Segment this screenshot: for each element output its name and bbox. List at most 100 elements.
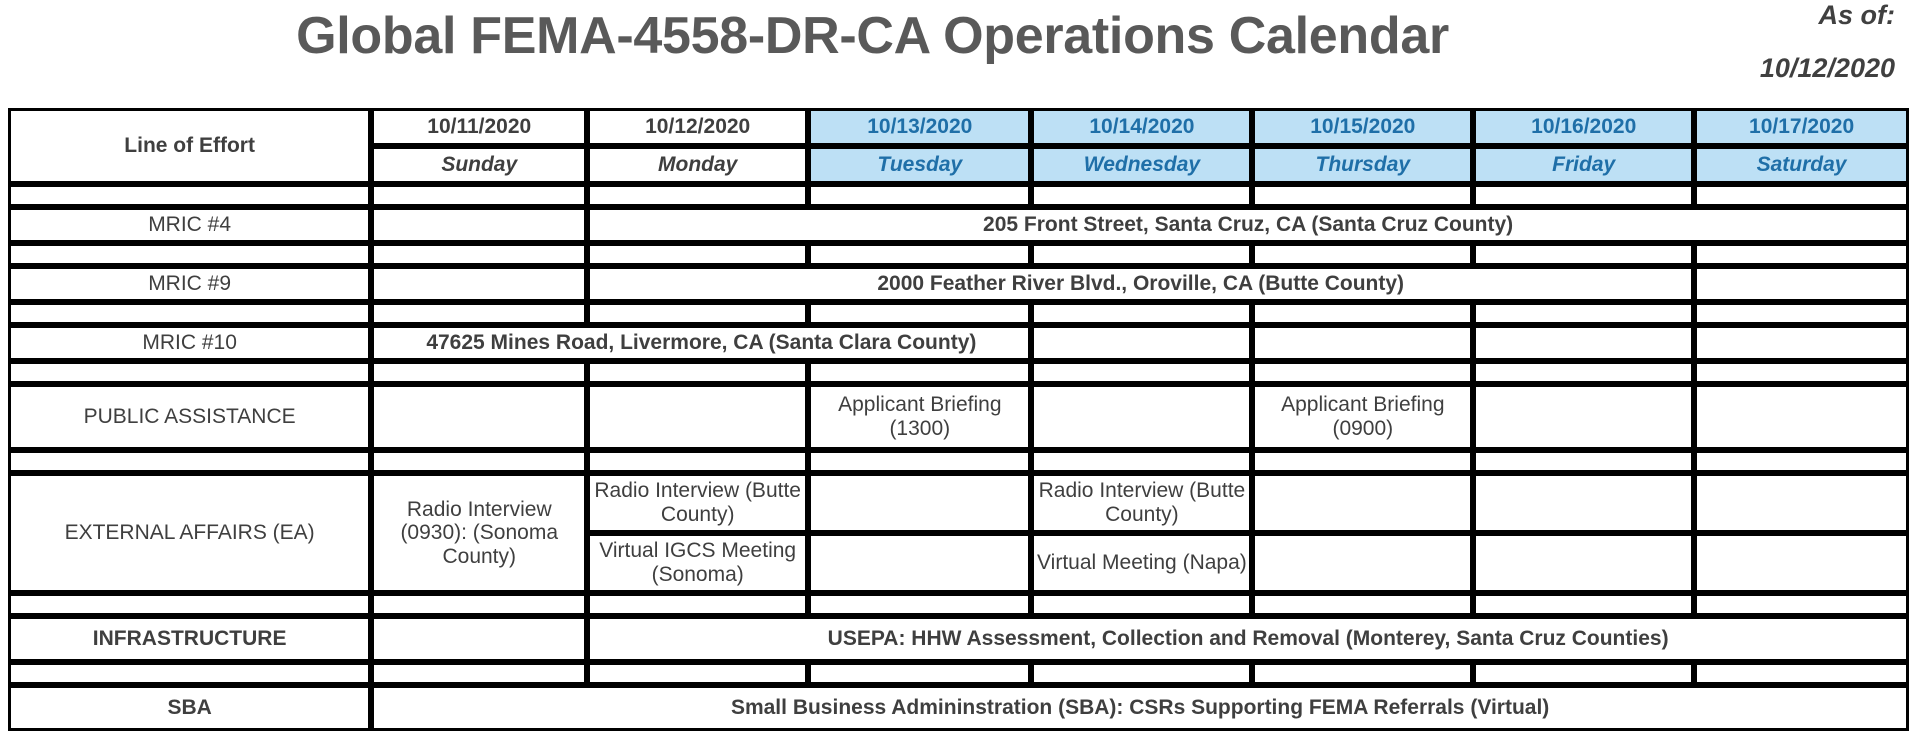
cell-mric10-wednesday [1031,325,1253,361]
corner-line-of-effort: Line of Effort [8,108,372,184]
cell-mric9-saturday [1694,266,1909,302]
spacer-cell [1031,302,1253,325]
event-mric9-address[interactable]: 2000 Feather River Blvd., Oroville, CA (… [587,266,1695,302]
cell-pa-monday [587,384,809,450]
row-label-mric-9: MRIC #9 [8,266,372,302]
spacer-cell [808,243,1032,266]
event-ea-radio-interview-wednesday[interactable]: Radio Interview (Butte County) [1031,473,1253,533]
table-row-mric-10: MRIC #10 47625 Mines Road, Livermore, CA… [8,325,1909,361]
spacer-cell [8,361,372,384]
spacer-cell [808,450,1032,473]
spacer-cell [1694,361,1909,384]
row-label-mric-10: MRIC #10 [8,325,372,361]
event-sba-csr-support[interactable]: Small Business Admininstration (SBA): CS… [371,685,1909,731]
spacer-cell [371,593,588,616]
spacer-cell [808,662,1032,685]
event-pa-applicant-briefing-thursday[interactable]: Applicant Briefing (0900) [1252,384,1474,450]
page-header: Global FEMA-4558-DR-CA Operations Calend… [0,0,1917,108]
spacer-cell [587,593,809,616]
spacer-cell [1031,593,1253,616]
spacer-cell [587,243,809,266]
spacer-cell [1473,450,1695,473]
spacer-cell [1473,662,1695,685]
spacer-cell [1252,302,1474,325]
cell-pa-saturday [1694,384,1909,450]
spacer-cell [1252,184,1474,207]
cell-mric10-friday [1473,325,1695,361]
cell-ea-tuesday-bottom [808,533,1032,593]
column-header-date-sunday: 10/11/2020 [371,108,588,146]
table-row-public-assistance: PUBLIC ASSISTANCE Applicant Briefing (13… [8,384,1909,450]
table-row-mric-9: MRIC #9 2000 Feather River Blvd., Orovil… [8,266,1909,302]
cell-ea-saturday-top [1694,473,1909,533]
spacer-cell [808,361,1032,384]
spacer-row-1 [8,184,1909,207]
spacer-cell [1694,450,1909,473]
row-label-mric-4: MRIC #4 [8,207,372,243]
column-header-day-sunday: Sunday [371,146,588,184]
spacer-cell [587,450,809,473]
cell-mric10-saturday [1694,325,1909,361]
spacer-cell [1694,593,1909,616]
table-row-external-affairs-top: EXTERNAL AFFAIRS (EA) Radio Interview (0… [8,473,1909,593]
cell-ea-friday-top [1473,473,1695,533]
spacer-cell [587,662,809,685]
spacer-cell [8,450,372,473]
column-header-day-friday: Friday [1473,146,1695,184]
cell-ea-saturday-bottom [1694,533,1909,593]
column-header-date-thursday: 10/15/2020 [1252,108,1474,146]
event-ea-virtual-igcs-meeting-monday[interactable]: Virtual IGCS Meeting (Sonoma) [587,533,809,593]
spacer-cell [371,450,588,473]
spacer-cell [8,302,372,325]
spacer-cell [8,662,372,685]
spacer-cell [808,593,1032,616]
spacer-cell [8,593,372,616]
calendar-table: Line of Effort 10/11/2020 10/12/2020 10/… [8,108,1909,731]
cell-mric4-sunday [371,207,588,243]
spacer-cell [808,302,1032,325]
spacer-cell [1473,302,1695,325]
spacer-cell [1031,184,1253,207]
column-header-date-wednesday: 10/14/2020 [1031,108,1253,146]
row-label-sba: SBA [8,685,372,731]
header-row-dates: Line of Effort 10/11/2020 10/12/2020 10/… [8,108,1909,184]
spacer-row-4 [8,361,1909,384]
spacer-cell [8,243,372,266]
event-ea-radio-interview-sunday[interactable]: Radio Interview (0930): (Sonoma County) [371,473,588,593]
spacer-row-5 [8,450,1909,473]
column-header-date-friday: 10/16/2020 [1473,108,1695,146]
event-ea-virtual-meeting-wednesday[interactable]: Virtual Meeting (Napa) [1031,533,1253,593]
column-header-date-saturday: 10/17/2020 [1694,108,1909,146]
operations-calendar-page: Global FEMA-4558-DR-CA Operations Calend… [0,0,1917,731]
cell-ea-tuesday-top [808,473,1032,533]
spacer-cell [1031,243,1253,266]
spacer-cell [1694,662,1909,685]
cell-infrastructure-sunday [371,616,588,662]
spacer-cell [8,184,372,207]
as-of-label: As of: [1818,0,1896,30]
spacer-row-6 [8,593,1909,616]
as-of-block: As of: 10/12/2020 [1595,2,1895,82]
table-row-sba: SBA Small Business Admininstration (SBA)… [8,685,1909,731]
column-header-day-monday: Monday [587,146,809,184]
event-infrastructure-usepa[interactable]: USEPA: HHW Assessment, Collection and Re… [587,616,1909,662]
spacer-cell [1473,593,1695,616]
spacer-cell [1694,243,1909,266]
spacer-cell [371,361,588,384]
spacer-cell [1473,184,1695,207]
spacer-cell [587,302,809,325]
spacer-cell [1473,361,1695,384]
event-mric10-address[interactable]: 47625 Mines Road, Livermore, CA (Santa C… [371,325,1032,361]
as-of-date: 10/12/2020 [1759,53,1895,83]
spacer-row-7 [8,662,1909,685]
spacer-cell [371,184,588,207]
column-header-date-tuesday: 10/13/2020 [808,108,1032,146]
cell-pa-friday [1473,384,1695,450]
event-mric4-address[interactable]: 205 Front Street, Santa Cruz, CA (Santa … [587,207,1909,243]
spacer-cell [371,302,588,325]
row-label-external-affairs: EXTERNAL AFFAIRS (EA) [8,473,372,593]
cell-mric9-sunday [371,266,588,302]
event-ea-radio-interview-monday[interactable]: Radio Interview (Butte County) [587,473,809,533]
cell-pa-sunday [371,384,588,450]
event-pa-applicant-briefing-tuesday[interactable]: Applicant Briefing (1300) [808,384,1032,450]
